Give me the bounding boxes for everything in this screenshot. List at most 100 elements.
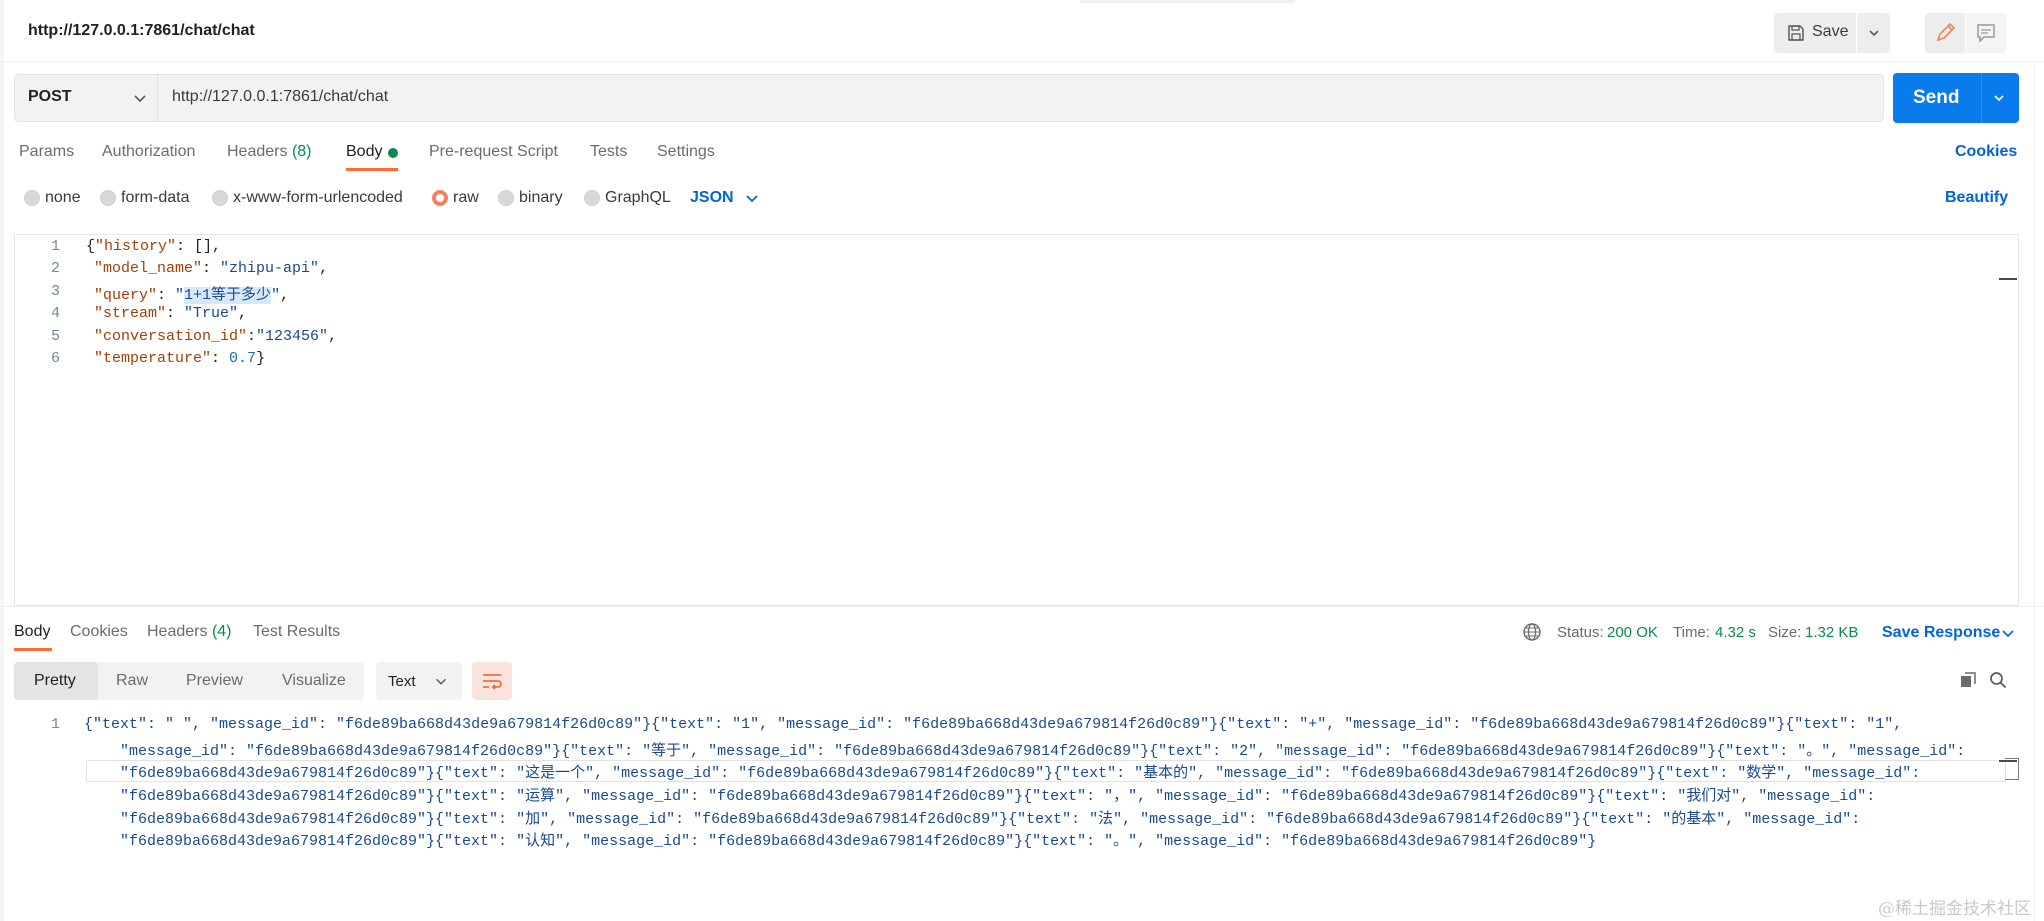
tab-strip [1080,0,1295,3]
code-line: {"history": [], [86,238,221,255]
edit-button[interactable] [1925,13,1965,53]
status-label: Status: [1557,624,1604,641]
line-number: 2 [50,260,60,277]
code-string: "zhipu-api" [220,260,320,277]
chevron-down-icon [435,678,447,685]
code-punct: , [328,328,338,345]
comments-button[interactable] [1966,13,2006,53]
tab-settings[interactable]: Settings [657,143,715,161]
response-format-label: Text [388,673,416,690]
watermark: @稀土掘金技术社区 [1878,899,2031,919]
beautify-link[interactable]: Beautify [1945,189,2008,207]
line-number: 1 [50,716,60,733]
code-key: "history" [95,238,177,255]
pane-divider[interactable] [0,606,2044,607]
radio-x-www-form-urlencoded-label[interactable]: x-www-form-urlencoded [233,189,403,207]
response-tab-body[interactable]: Body [14,623,50,641]
response-line: "f6de89ba668d43de9a679814f26d0c89"}{"tex… [120,788,1876,805]
code-punct: , [319,260,329,277]
radio-raw-label[interactable]: raw [453,189,479,207]
method-label: POST [28,88,72,105]
chevron-down-icon[interactable] [1864,23,1884,43]
code-key: "stream" [94,305,167,322]
pencil-icon [1936,22,1956,42]
code-brace: } [256,350,266,367]
chevron-down-icon [134,95,146,103]
radio-binary-label[interactable]: binary [519,189,563,207]
radio-graphql[interactable] [584,190,600,206]
wrap-lines-icon [483,674,502,690]
save-icon [1788,25,1804,41]
save-button[interactable]: Save [1774,13,1890,53]
code-punct: : [166,305,185,322]
view-raw-button[interactable]: Raw [116,672,148,690]
view-visualize-button[interactable]: Visualize [282,672,346,690]
cookies-link[interactable]: Cookies [1955,143,2017,161]
response-scroll-marker[interactable] [1999,760,2017,762]
code-line: "stream": "True", [94,305,247,322]
save-response-button[interactable]: Save Response [1882,624,2000,642]
active-tab-indicator [14,648,52,651]
time-value[interactable]: 4.32 s [1715,624,1756,641]
code-punct: : [157,287,176,304]
tab-headers-label: Headers [227,143,288,160]
comment-icon [1977,24,1995,43]
response-tab-test-results[interactable]: Test Results [253,623,340,641]
response-line: "f6de89ba668d43de9a679814f26d0c89"}{"tex… [120,811,1861,828]
editor-scroll-marker[interactable] [1999,278,2017,280]
code-string: "True" [184,305,239,322]
status-value[interactable]: 200 OK [1607,624,1658,641]
line-number: 5 [50,328,60,345]
tab-tests[interactable]: Tests [590,143,627,161]
size-value[interactable]: 1.32 KB [1805,624,1858,641]
response-tab-headers-count: (4) [211,623,232,640]
chevron-down-icon[interactable] [1989,88,2009,108]
save-divider [1856,13,1857,53]
body-format-select[interactable]: JSON [690,189,734,207]
code-punct: : [247,328,257,345]
tab-pre-request-script[interactable]: Pre-request Script [429,143,558,161]
tab-authorization[interactable]: Authorization [102,143,195,161]
request-body-editor[interactable] [14,234,2019,606]
request-title[interactable]: http://127.0.0.1:7861/chat/chat [28,22,255,40]
search-icon[interactable] [1988,670,2008,690]
send-button[interactable]: Send [1893,73,2019,123]
radio-graphql-label[interactable]: GraphQL [605,189,671,207]
globe-icon[interactable] [1522,622,1542,642]
copy-icon[interactable] [1958,670,1978,690]
save-label: Save [1812,23,1849,40]
window-left-edge [0,0,4,921]
chevron-down-icon[interactable] [742,188,762,208]
tab-body[interactable]: Body [346,143,382,161]
code-key: "conversation_id" [94,328,248,345]
response-tab-cookies[interactable]: Cookies [70,623,128,641]
wrap-lines-button[interactable] [472,662,512,700]
method-select[interactable]: POST [14,74,158,122]
radio-raw[interactable] [432,190,448,206]
request-header-bar [0,0,2044,62]
radio-x-www-form-urlencoded[interactable] [212,190,228,206]
code-punct: : [211,350,230,367]
code-line: "model_name": "zhipu-api", [94,260,328,277]
radio-form-data[interactable] [100,190,116,206]
body-modified-dot [388,148,398,158]
radio-none-label[interactable]: none [45,189,81,207]
tab-headers[interactable]: Headers (8) [227,143,312,161]
view-preview-button[interactable]: Preview [186,672,243,690]
view-pretty-label[interactable]: Pretty [34,672,76,690]
response-tab-headers[interactable]: Headers (4) [147,623,232,641]
line-number: 1 [50,238,60,255]
response-format-select[interactable]: Text [376,662,462,700]
radio-form-data-label[interactable]: form-data [121,189,189,207]
response-line: "f6de89ba668d43de9a679814f26d0c89"}{"tex… [120,833,1597,850]
code-key: "temperature" [94,350,212,367]
chevron-down-icon[interactable] [1998,623,2018,643]
code-key: "query" [94,287,158,304]
code-number: 0.7 [229,350,257,367]
radio-none[interactable] [24,190,40,206]
code-string-selected: 1+1等于多少 [184,287,272,304]
response-line: {"text": " ", "message_id": "f6de89ba668… [84,716,1903,733]
tab-params[interactable]: Params [19,143,74,161]
url-input[interactable]: http://127.0.0.1:7861/chat/chat [172,88,388,106]
radio-binary[interactable] [498,190,514,206]
